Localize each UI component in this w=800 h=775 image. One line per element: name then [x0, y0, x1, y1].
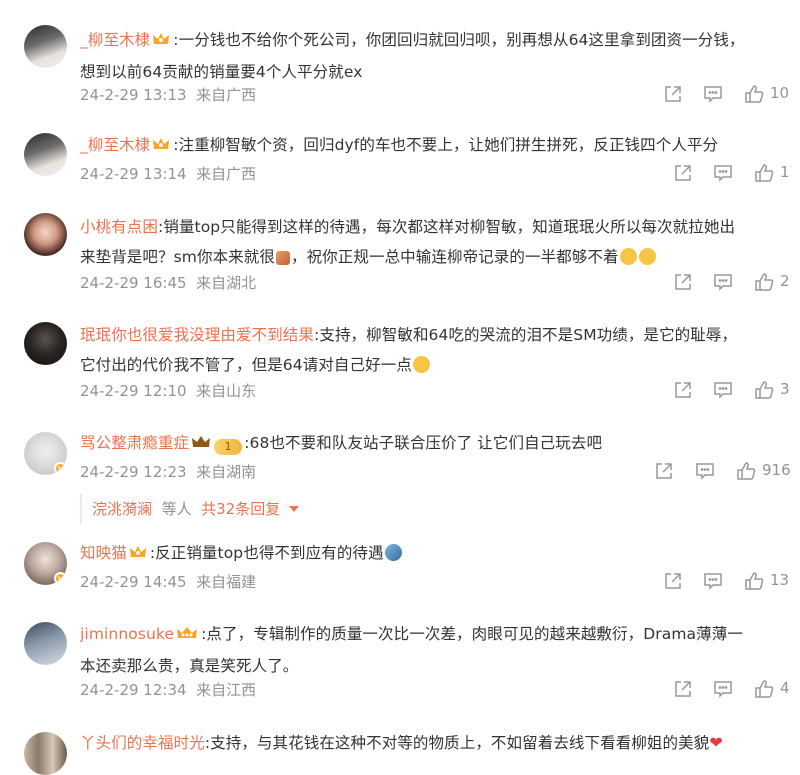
replies-summary[interactable]: 浣洮漪澜 等人 共32条回复	[80, 494, 352, 524]
smirk-emoji-icon	[384, 544, 402, 561]
laugh-cry-emoji-icon	[619, 248, 637, 265]
comment-text: 小桃有点困:销量top只能得到这样的待遇，每次都这样对柳智敏，知道珉珉火所以每次…	[80, 218, 736, 266]
view-replies-link[interactable]: 共32条回复	[201, 500, 280, 518]
username-link[interactable]: jiminnosuke	[80, 625, 174, 643]
like-icon[interactable]	[753, 678, 775, 702]
like-count: 13	[770, 571, 790, 589]
comment-actions: 10	[0, 83, 800, 107]
comment-actions: 2	[0, 271, 800, 295]
comment-actions: 1	[0, 162, 800, 186]
like-count: 2	[780, 272, 790, 290]
like-count: 10	[770, 84, 790, 102]
avatar[interactable]	[24, 622, 67, 665]
comment-icon[interactable]	[702, 83, 724, 107]
avatar[interactable]	[24, 25, 67, 68]
hug-emoji-icon	[412, 356, 430, 373]
comment-icon[interactable]	[702, 570, 724, 594]
username-link[interactable]: 知映猫	[80, 544, 127, 562]
fan-level-badge: 1	[214, 439, 243, 455]
comment-text: _柳至木棣:一分钱也不给你个死公司，你团回归就回归呗，别再想从64这里拿到团资一…	[80, 25, 780, 87]
avatar[interactable]	[24, 322, 67, 365]
username-link[interactable]: _柳至木棣	[80, 136, 150, 154]
chevron-down-icon[interactable]	[289, 506, 299, 512]
username-link[interactable]: 骂公整肃瘾重症	[80, 434, 189, 452]
crown-icon	[129, 540, 147, 570]
share-icon[interactable]	[653, 460, 675, 484]
username-link[interactable]: 小桃有点困	[80, 218, 158, 236]
username-link[interactable]: _柳至木棣	[80, 31, 150, 49]
comment-text: _柳至木棣:注重柳智敏个资，回归dyf的车也不要上，让她们拼生拼死，反正钱四个人…	[80, 130, 780, 162]
username-link[interactable]: 丫头们的幸福时光	[80, 734, 205, 752]
share-icon[interactable]	[662, 570, 684, 594]
comment-text: 丫头们的幸福时光:支持，与其花钱在这种不对等的物质上，不如留着去线下看看柳姐的美…	[80, 733, 723, 752]
username-link[interactable]: 珉珉你也很爱我没理由爱不到结果	[80, 326, 314, 344]
crown-icon	[152, 27, 170, 57]
like-count: 916	[762, 461, 791, 479]
like-count: 1	[780, 163, 790, 181]
share-icon[interactable]	[672, 162, 694, 186]
share-icon[interactable]	[662, 83, 684, 107]
comment-icon[interactable]	[694, 460, 716, 484]
like-icon[interactable]	[743, 83, 765, 107]
crown-icon	[152, 132, 170, 162]
comment-actions: 916	[0, 460, 800, 484]
comment-text: jiminnosuke:点了，专辑制作的质量一次比一次差，肉眼可见的越来越敷衍，…	[80, 619, 780, 681]
share-icon[interactable]	[672, 678, 694, 702]
laugh-cry-emoji-icon	[638, 248, 656, 265]
share-icon[interactable]	[672, 271, 694, 295]
comment-icon[interactable]	[712, 271, 734, 295]
like-icon[interactable]	[753, 271, 775, 295]
comment-actions: 4	[0, 678, 800, 702]
comment-text: 知映猫:反正销量top也得不到应有的待遇	[80, 538, 780, 570]
comment-actions: 3	[0, 379, 800, 403]
crown-icon	[191, 430, 211, 460]
comment-icon[interactable]	[712, 379, 734, 403]
crown-icon	[176, 621, 198, 651]
comment-text: 骂公整肃瘾重症 1:68也不要和队友站子联合压价了 让它们自己玩去吧	[80, 428, 780, 460]
reply-user-link[interactable]: 浣洮漪澜	[92, 500, 152, 518]
comment-actions: 13	[0, 570, 800, 594]
like-icon[interactable]	[743, 570, 765, 594]
like-icon[interactable]	[753, 162, 775, 186]
comment-text: 珉珉你也很爱我没理由爱不到结果:支持，柳智敏和64吃的哭流的泪不是SM功绩，是它…	[80, 326, 738, 374]
avatar[interactable]	[24, 213, 67, 256]
comment-icon[interactable]	[712, 678, 734, 702]
rocket-icon	[275, 251, 290, 265]
like-count: 4	[780, 679, 790, 697]
avatar[interactable]	[24, 732, 67, 775]
share-icon[interactable]	[672, 379, 694, 403]
like-icon[interactable]	[735, 460, 757, 484]
like-count: 3	[780, 380, 790, 398]
like-icon[interactable]	[753, 379, 775, 403]
heart-emoji-icon: ❤	[709, 733, 723, 752]
comment-icon[interactable]	[712, 162, 734, 186]
